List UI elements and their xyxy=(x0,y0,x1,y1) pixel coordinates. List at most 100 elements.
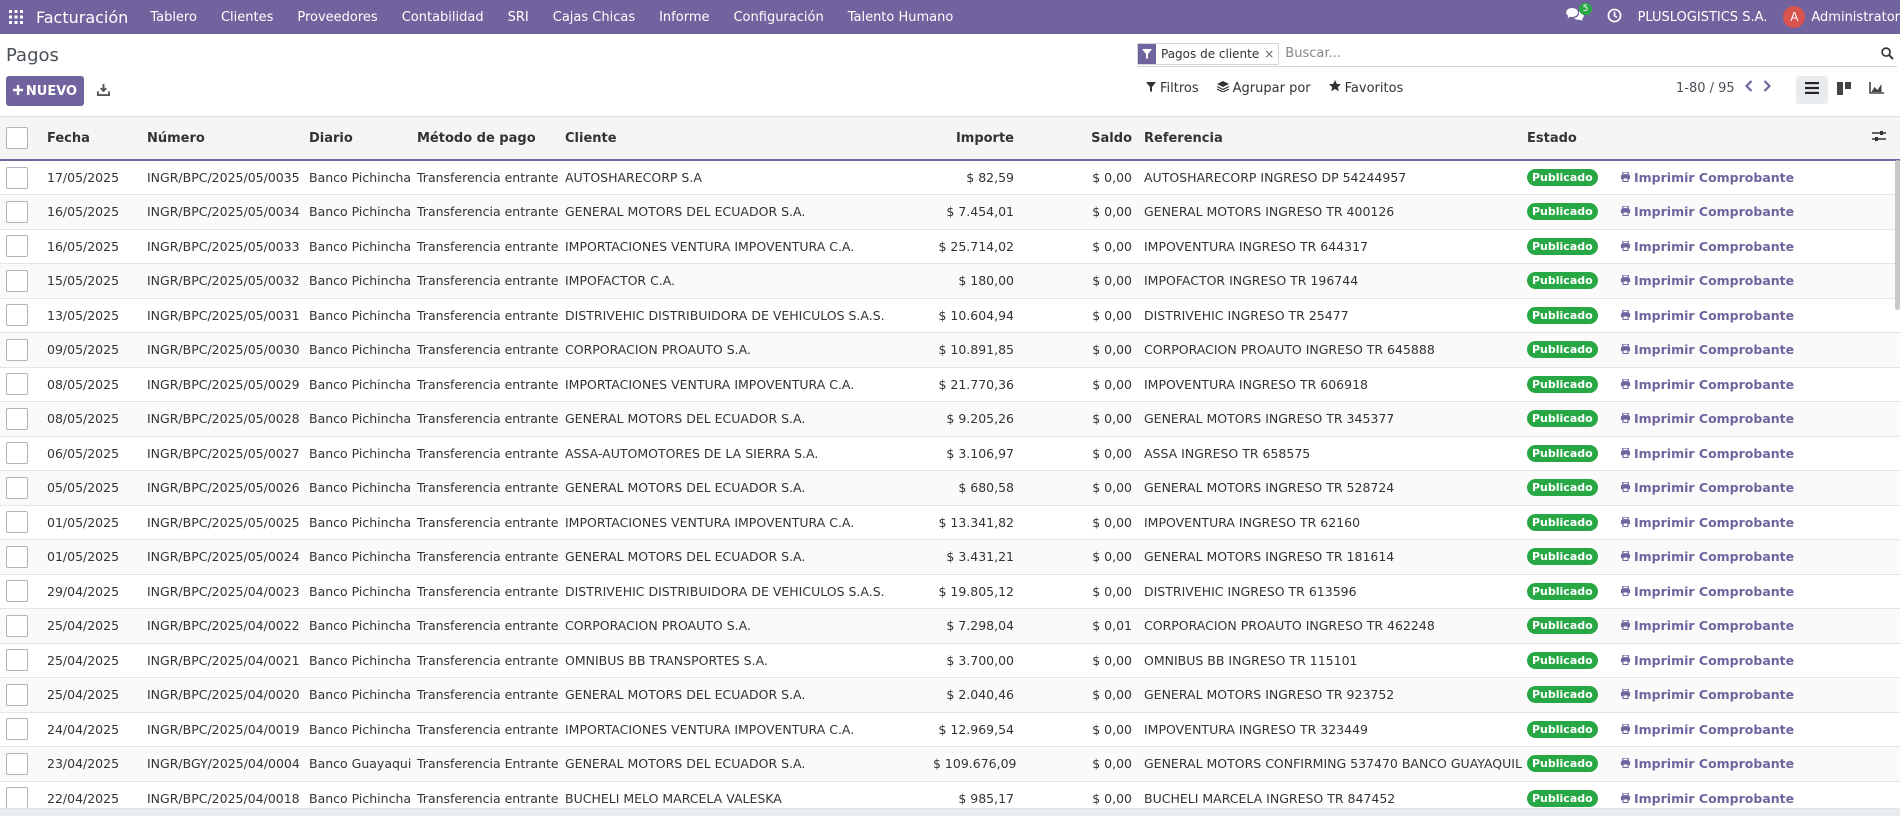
cell-importe[interactable]: $ 7.298,04 xyxy=(933,608,1022,644)
cell-metodo[interactable]: Transferencia entrante xyxy=(412,194,561,230)
kanban-view-button[interactable] xyxy=(1828,76,1860,104)
cell-metodo[interactable]: Transferencia entrante xyxy=(412,539,561,575)
cell-numero[interactable]: INGR/BPC/2025/05/0035 xyxy=(142,160,304,195)
cell-diario[interactable]: Banco Pichincha xyxy=(304,332,412,368)
menu-item-cajas-chicas[interactable]: Cajas Chicas xyxy=(541,10,647,25)
cell-fecha[interactable]: 16/05/2025 xyxy=(40,194,142,230)
cell-cliente[interactable]: GENERAL MOTORS DEL ECUADOR S.A. xyxy=(561,677,933,713)
column-header-diario[interactable]: Diario xyxy=(304,117,412,161)
cell-numero[interactable]: INGR/BPC/2025/04/0020 xyxy=(142,677,304,713)
graph-view-button[interactable] xyxy=(1860,76,1892,104)
cell-cliente[interactable]: GENERAL MOTORS DEL ECUADOR S.A. xyxy=(561,539,933,575)
cell-fecha[interactable]: 16/05/2025 xyxy=(40,229,142,264)
cell-cliente[interactable]: IMPORTACIONES VENTURA IMPOVENTURA C.A. xyxy=(561,712,933,747)
cell-referencia[interactable]: GENERAL MOTORS INGRESO TR 400126 xyxy=(1140,194,1526,230)
row-checkbox[interactable] xyxy=(6,511,28,534)
cell-importe[interactable]: $ 3.431,21 xyxy=(933,539,1022,575)
print-voucher-button[interactable]: Imprimir Comprobante xyxy=(1620,480,1794,495)
table-row[interactable]: 16/05/2025 INGR/BPC/2025/05/0033 Banco Pic… xyxy=(0,229,1900,264)
cell-cliente[interactable]: GENERAL MOTORS DEL ECUADOR S.A. xyxy=(561,194,933,230)
cell-fecha[interactable]: 25/04/2025 xyxy=(40,643,142,678)
print-voucher-button[interactable]: Imprimir Comprobante xyxy=(1620,273,1794,288)
cell-saldo[interactable]: $ 0,00 xyxy=(1022,194,1140,230)
cell-importe[interactable]: $ 13.341,82 xyxy=(933,505,1022,540)
cell-referencia[interactable]: DISTRIVEHIC INGRESO TR 613596 xyxy=(1140,574,1526,609)
cell-importe[interactable]: $ 82,59 xyxy=(933,160,1022,195)
cell-fecha[interactable]: 23/04/2025 xyxy=(40,746,142,782)
cell-referencia[interactable]: GENERAL MOTORS INGRESO TR 181614 xyxy=(1140,539,1526,575)
cell-cliente[interactable]: DISTRIVEHIC DISTRIBUIDORA DE VEHICULOS S… xyxy=(561,298,933,333)
cell-numero[interactable]: INGR/BPC/2025/04/0023 xyxy=(142,574,304,609)
page-title[interactable]: Pagos xyxy=(6,45,59,66)
cell-cliente[interactable]: AUTOSHARECORP S.A xyxy=(561,160,933,195)
cell-cliente[interactable]: CORPORACION PROAUTO S.A. xyxy=(561,608,933,644)
list-view-button[interactable] xyxy=(1796,76,1828,104)
cell-fecha[interactable]: 13/05/2025 xyxy=(40,298,142,333)
cell-importe[interactable]: $ 10.604,94 xyxy=(933,298,1022,333)
row-checkbox[interactable] xyxy=(6,614,28,637)
cell-importe[interactable]: $ 180,00 xyxy=(933,263,1022,299)
cell-fecha[interactable]: 24/04/2025 xyxy=(40,712,142,747)
apps-menu-icon[interactable] xyxy=(2,0,30,34)
table-row[interactable]: 06/05/2025 INGR/BPC/2025/05/0027 Banco Pic… xyxy=(0,436,1900,471)
column-header-saldo[interactable]: Saldo xyxy=(1022,117,1140,161)
cell-saldo[interactable]: $ 0,00 xyxy=(1022,263,1140,299)
cell-fecha[interactable]: 01/05/2025 xyxy=(40,505,142,540)
avatar[interactable]: A xyxy=(1783,6,1806,28)
cell-metodo[interactable]: Transferencia entrante xyxy=(412,367,561,402)
menu-item-clientes[interactable]: Clientes xyxy=(209,10,285,25)
table-row[interactable]: 24/04/2025 INGR/BPC/2025/04/0019 Banco Pic… xyxy=(0,712,1900,747)
row-checkbox[interactable] xyxy=(6,476,28,499)
cell-fecha[interactable]: 17/05/2025 xyxy=(40,160,142,195)
cell-referencia[interactable]: GENERAL MOTORS CONFIRMING 537470 BANCO G… xyxy=(1140,746,1526,782)
cell-saldo[interactable]: $ 0,00 xyxy=(1022,367,1140,402)
print-voucher-button[interactable]: Imprimir Comprobante xyxy=(1620,549,1794,564)
cell-importe[interactable]: $ 2.040,46 xyxy=(933,677,1022,713)
table-row[interactable]: 25/04/2025 INGR/BPC/2025/04/0022 Banco Pic… xyxy=(0,608,1900,644)
cell-metodo[interactable]: Transferencia entrante xyxy=(412,608,561,644)
cell-diario[interactable]: Banco Pichincha xyxy=(304,643,412,678)
print-voucher-button[interactable]: Imprimir Comprobante xyxy=(1620,342,1794,357)
row-checkbox[interactable] xyxy=(6,200,28,223)
cell-metodo[interactable]: Transferencia entrante xyxy=(412,298,561,333)
cell-cliente[interactable]: OMNIBUS BB TRANSPORTES S.A. xyxy=(561,643,933,678)
cell-numero[interactable]: INGR/BPC/2025/04/0022 xyxy=(142,608,304,644)
cell-fecha[interactable]: 01/05/2025 xyxy=(40,539,142,575)
cell-saldo[interactable]: $ 0,00 xyxy=(1022,539,1140,575)
cell-diario[interactable]: Banco Pichincha xyxy=(304,539,412,575)
column-header-fecha[interactable]: Fecha xyxy=(40,117,142,161)
cell-cliente[interactable]: ASSA-AUTOMOTORES DE LA SIERRA S.A. xyxy=(561,436,933,471)
pager-next-icon[interactable] xyxy=(1763,80,1771,96)
cell-referencia[interactable]: AUTOSHARECORP INGRESO DP 54244957 xyxy=(1140,160,1526,195)
cell-cliente[interactable]: GENERAL MOTORS DEL ECUADOR S.A. xyxy=(561,470,933,506)
row-checkbox[interactable] xyxy=(6,235,28,258)
table-row[interactable]: 09/05/2025 INGR/BPC/2025/05/0030 Banco Pic… xyxy=(0,332,1900,368)
select-all-checkbox[interactable] xyxy=(6,127,28,149)
cell-saldo[interactable]: $ 0,00 xyxy=(1022,470,1140,506)
export-button[interactable] xyxy=(92,80,114,102)
cell-referencia[interactable]: CORPORACION PROAUTO INGRESO TR 462248 xyxy=(1140,608,1526,644)
menu-item-tablero[interactable]: Tablero xyxy=(138,10,209,25)
table-row[interactable]: 01/05/2025 INGR/BPC/2025/05/0025 Banco Pic… xyxy=(0,505,1900,540)
cell-metodo[interactable]: Transferencia entrante xyxy=(412,470,561,506)
cell-cliente[interactable]: GENERAL MOTORS DEL ECUADOR S.A. xyxy=(561,746,933,782)
row-checkbox[interactable] xyxy=(6,166,28,189)
cell-diario[interactable]: Banco Pichincha xyxy=(304,574,412,609)
cell-metodo[interactable]: Transferencia entrante xyxy=(412,712,561,747)
cell-numero[interactable]: INGR/BPC/2025/05/0034 xyxy=(142,194,304,230)
menu-item-configuracion[interactable]: Configuración xyxy=(721,10,835,25)
cell-numero[interactable]: INGR/BPC/2025/05/0033 xyxy=(142,229,304,264)
column-header-importe[interactable]: Importe xyxy=(933,117,1022,161)
cell-saldo[interactable]: $ 0,00 xyxy=(1022,298,1140,333)
cell-cliente[interactable]: GENERAL MOTORS DEL ECUADOR S.A. xyxy=(561,401,933,437)
cell-metodo[interactable]: Transferencia entrante xyxy=(412,401,561,437)
print-voucher-button[interactable]: Imprimir Comprobante xyxy=(1620,791,1794,806)
cell-fecha[interactable]: 08/05/2025 xyxy=(40,367,142,402)
cell-numero[interactable]: INGR/BPC/2025/05/0030 xyxy=(142,332,304,368)
print-voucher-button[interactable]: Imprimir Comprobante xyxy=(1620,239,1794,254)
table-scrollbar[interactable] xyxy=(1895,160,1900,310)
cell-referencia[interactable]: BUCHELI MARCELA INGRESO TR 847452 xyxy=(1140,781,1526,808)
cell-metodo[interactable]: Transferencia entrante xyxy=(412,263,561,299)
user-menu[interactable]: Administrator xyxy=(1811,10,1900,25)
print-voucher-button[interactable]: Imprimir Comprobante xyxy=(1620,584,1794,599)
